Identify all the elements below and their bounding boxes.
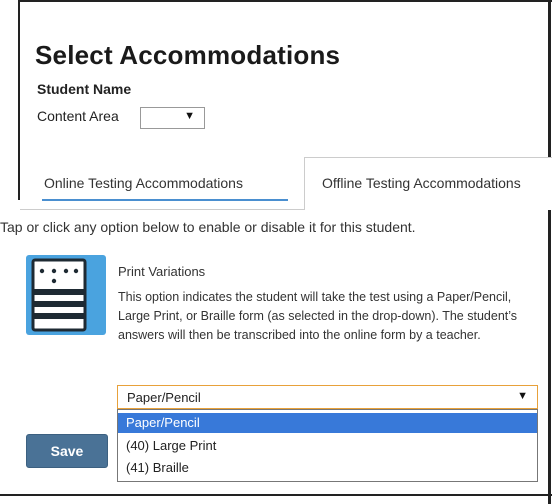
select-value: Paper/Pencil <box>127 390 201 405</box>
save-button[interactable]: Save <box>26 434 108 468</box>
page-frame: Select Accommodations Student Name Conte… <box>0 0 552 504</box>
print-variations-icon[interactable] <box>26 255 106 335</box>
content-area-label: Content Area <box>37 108 119 124</box>
dropdown-option-paper-pencil[interactable]: Paper/Pencil <box>118 413 537 433</box>
tab-online-underline <box>42 199 288 201</box>
chevron-down-icon: ▼ <box>184 110 195 122</box>
tab-online-testing[interactable]: Online Testing Accommodations <box>44 175 243 191</box>
student-name: Student Name <box>37 81 132 97</box>
page-title: Select Accommodations <box>35 40 341 70</box>
frame-border-bottom <box>0 494 552 496</box>
print-variations-select[interactable]: Paper/Pencil ▼ <box>117 385 538 409</box>
frame-border-top <box>18 0 552 2</box>
print-variations-dropdown: Paper/Pencil (40) Large Print (41) Brail… <box>117 409 538 482</box>
instructions-text: Tap or click any option below to enable … <box>0 219 416 235</box>
chevron-down-icon: ▼ <box>517 390 528 402</box>
tab-offline-testing-label: Offline Testing Accommodations <box>322 175 521 191</box>
frame-border-right <box>548 0 551 504</box>
content-area-select[interactable]: ▼ <box>140 107 205 129</box>
dropdown-option-braille[interactable]: (41) Braille <box>118 458 537 478</box>
frame-border-left <box>18 0 20 200</box>
option-title: Print Variations <box>118 264 206 279</box>
dropdown-option-large-print[interactable]: (40) Large Print <box>118 436 537 456</box>
option-description: This option indicates the student will t… <box>118 290 518 342</box>
